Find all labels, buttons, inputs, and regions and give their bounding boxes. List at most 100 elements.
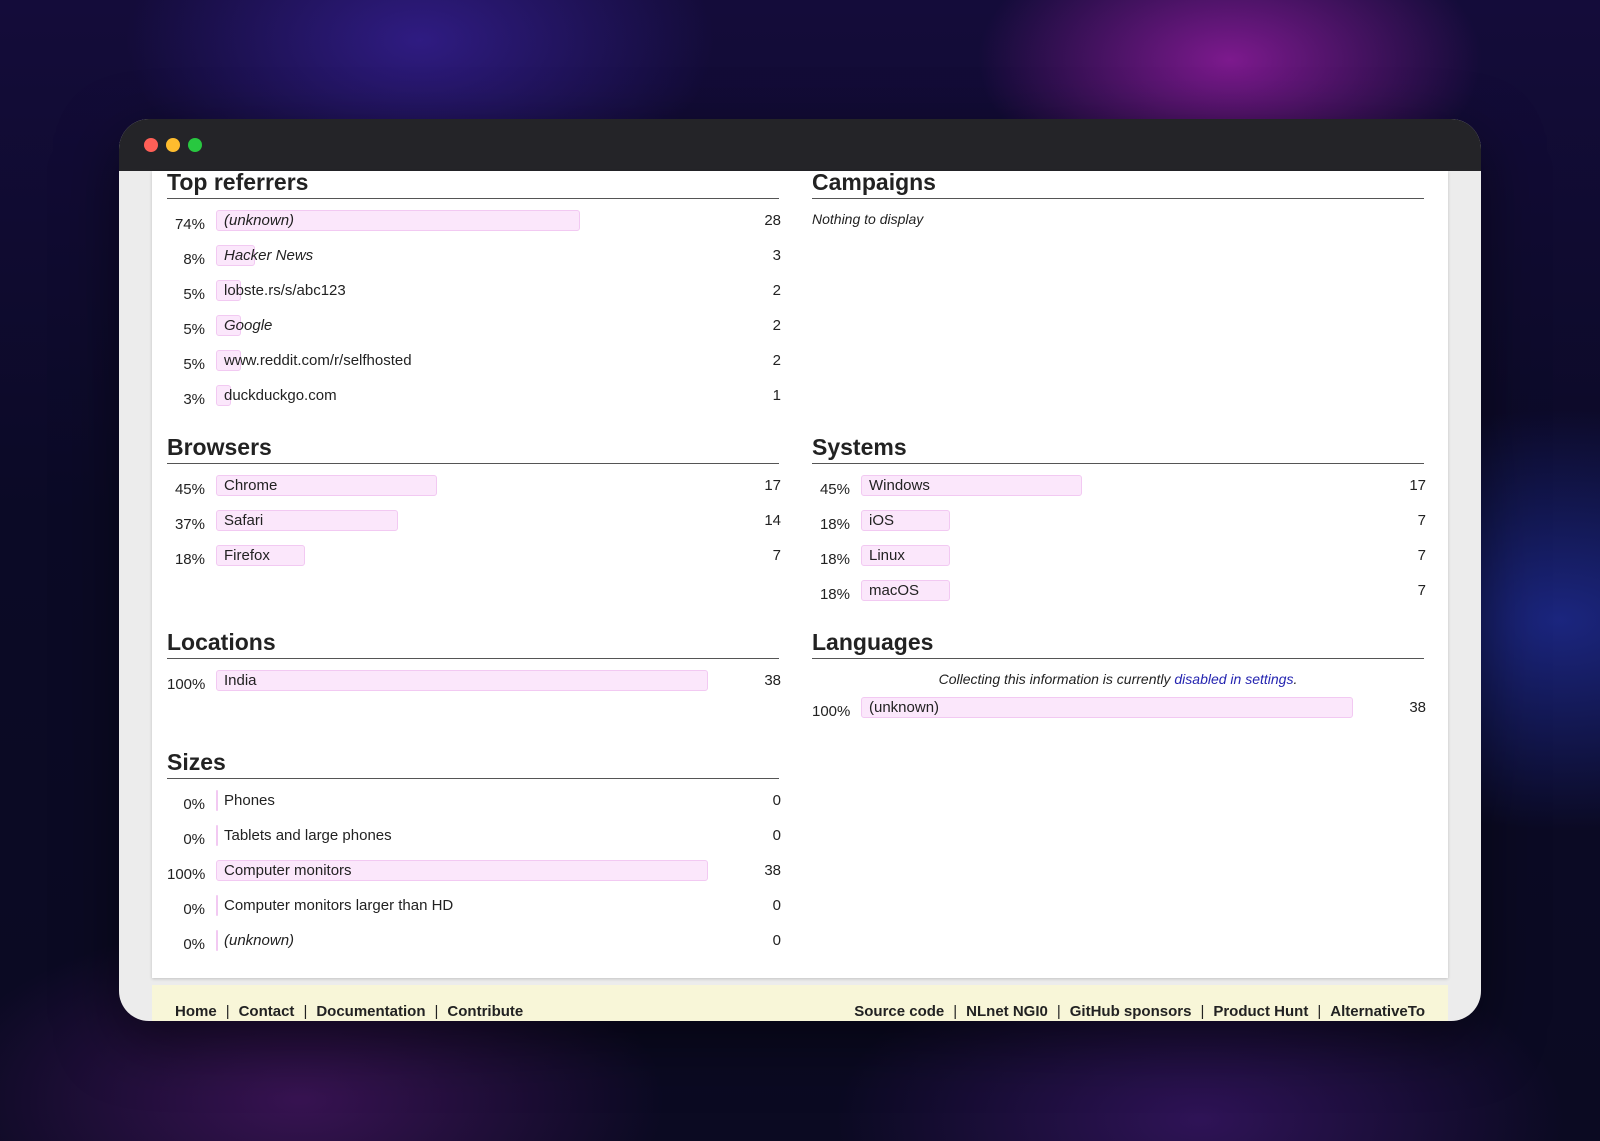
stat-label: duckduckgo.com [224,387,337,404]
stat-label: Phones [224,792,275,809]
stat-count: 2 [772,352,781,369]
window-titlebar [119,119,1481,171]
stat-row-ios[interactable]: 18% iOS 7 [812,508,1426,543]
notice-suffix: . [1293,671,1298,687]
stat-label: (unknown) [869,699,940,716]
stat-row-computer-monitors-larger-than-hd[interactable]: 0% Computer monitors larger than HD 0 [167,893,781,928]
stat-percent: 18% [174,551,205,568]
footer-separator: | [1200,1003,1205,1020]
stat-row-computer-monitors[interactable]: 100% Computer monitors 38 [167,858,781,893]
section-languages: Languages Collecting this information is… [812,631,1426,730]
stat-row-windows[interactable]: 45% Windows 17 [812,473,1426,508]
footer-separator: | [953,1003,958,1020]
stat-count: 2 [772,282,781,299]
footer-separator: | [1056,1003,1061,1020]
section-systems: Systems 45% Windows 17 18% iOS 7 18% Linux 7 18% m… [812,436,1426,613]
footer-link-documentation[interactable]: Documentation [316,1003,425,1020]
stat-label: Windows [869,477,930,494]
stat-row-unknown[interactable]: 100% (unknown) 38 [812,695,1426,730]
stat-label: macOS [869,582,920,599]
section-title: Campaigns [812,171,1424,199]
stat-row-google[interactable]: 5% Google 2 [167,313,781,348]
section-browsers: Browsers 45% Chrome 17 37% Safari 14 18% Firefo… [167,436,781,578]
stat-label: lobste.rs/s/abc123 [224,282,346,299]
section-top-referrers: Top referrers 74% (unknown) 28 8% Hacker New… [167,171,781,418]
stat-label: Linux [869,547,905,564]
stat-label: www.reddit.com/r/selfhosted [224,352,412,369]
stat-count: 0 [772,827,781,844]
stat-row-safari[interactable]: 37% Safari 14 [167,508,781,543]
stat-label: Google [224,317,273,334]
stat-percent: 45% [819,481,850,498]
stat-count: 7 [772,547,781,564]
stat-count: 0 [772,932,781,949]
stat-label: iOS [869,512,895,529]
section-title: Top referrers [167,171,779,199]
footer-link-contact[interactable]: Contact [239,1003,295,1020]
stat-count: 7 [1417,582,1426,599]
footer-links-right: Source code | NLnet NGI0 | GitHub sponsors | P… [854,1003,1425,1020]
stat-count: 28 [764,212,781,229]
maximize-window-button[interactable] [188,138,202,152]
stat-percent: 3% [183,391,205,408]
section-title: Locations [167,631,779,659]
stat-bar [216,825,218,846]
section-title: Browsers [167,436,779,464]
stat-row-phones[interactable]: 0% Phones 0 [167,788,781,823]
stat-row-tablets-and-large-phones[interactable]: 0% Tablets and large phones 0 [167,823,781,858]
stat-percent: 8% [183,251,205,268]
browser-window: Top referrers 74% (unknown) 28 8% Hacker New… [119,119,1481,1021]
footer-link-alternativeto[interactable]: AlternativeTo [1330,1003,1425,1020]
settings-link[interactable]: disabled in settings [1174,671,1293,687]
stat-percent: 0% [183,901,205,918]
stat-count: 0 [772,792,781,809]
footer-separator: | [434,1003,439,1020]
stat-count: 38 [1409,699,1426,716]
stat-row-macos[interactable]: 18% macOS 7 [812,578,1426,613]
stat-percent: 45% [174,481,205,498]
minimize-window-button[interactable] [166,138,180,152]
stat-bar [216,670,708,691]
stat-row-lobste-rs-s-abc123[interactable]: 5% lobste.rs/s/abc123 2 [167,278,781,313]
stat-count: 2 [772,317,781,334]
stat-row-unknown[interactable]: 0% (unknown) 0 [167,928,781,963]
footer-link-nlnet-ngi0[interactable]: NLnet NGI0 [966,1003,1048,1020]
systems-list: 45% Windows 17 18% iOS 7 18% Linux 7 18% macOS 7 [812,473,1426,613]
stat-row-unknown[interactable]: 74% (unknown) 28 [167,208,781,243]
stat-count: 38 [764,862,781,879]
footer-link-source-code[interactable]: Source code [854,1003,944,1020]
stat-bar [216,930,218,951]
section-sizes: Sizes 0% Phones 0 0% Tablets and large phone… [167,751,781,963]
footer-link-github-sponsors[interactable]: GitHub sponsors [1070,1003,1192,1020]
stat-percent: 100% [812,703,851,720]
footer-separator: | [1317,1003,1322,1020]
section-title: Sizes [167,751,779,779]
stats-page: Top referrers 74% (unknown) 28 8% Hacker New… [152,171,1448,978]
stat-row-hacker-news[interactable]: 8% Hacker News 3 [167,243,781,278]
section-campaigns: Campaigns Nothing to display [812,171,1424,227]
section-title: Languages [812,631,1424,659]
stat-percent: 100% [167,866,206,883]
stat-percent: 5% [183,356,205,373]
languages-notice: Collecting this information is currently… [812,671,1424,693]
stat-label: Computer monitors [224,862,352,879]
stat-row-chrome[interactable]: 45% Chrome 17 [167,473,781,508]
section-locations: Locations 100% India 38 [167,631,781,703]
stat-percent: 37% [174,516,205,533]
stat-percent: 100% [167,676,206,693]
stat-percent: 74% [174,216,205,233]
close-window-button[interactable] [144,138,158,152]
footer-links-left: Home | Contact | Documentation | Contribute [175,1003,523,1020]
stat-row-firefox[interactable]: 18% Firefox 7 [167,543,781,578]
stat-row-india[interactable]: 100% India 38 [167,668,781,703]
stat-percent: 5% [183,321,205,338]
stat-row-duckduckgo-com[interactable]: 3% duckduckgo.com 1 [167,383,781,418]
stat-row-www-reddit-com-r-selfhosted[interactable]: 5% www.reddit.com/r/selfhosted 2 [167,348,781,383]
stat-label: (unknown) [224,932,295,949]
footer-link-product-hunt[interactable]: Product Hunt [1213,1003,1308,1020]
footer-link-contribute[interactable]: Contribute [447,1003,523,1020]
footer-link-home[interactable]: Home [175,1003,217,1020]
stat-row-linux[interactable]: 18% Linux 7 [812,543,1426,578]
browsers-list: 45% Chrome 17 37% Safari 14 18% Firefox 7 [167,473,781,578]
stat-percent: 0% [183,936,205,953]
